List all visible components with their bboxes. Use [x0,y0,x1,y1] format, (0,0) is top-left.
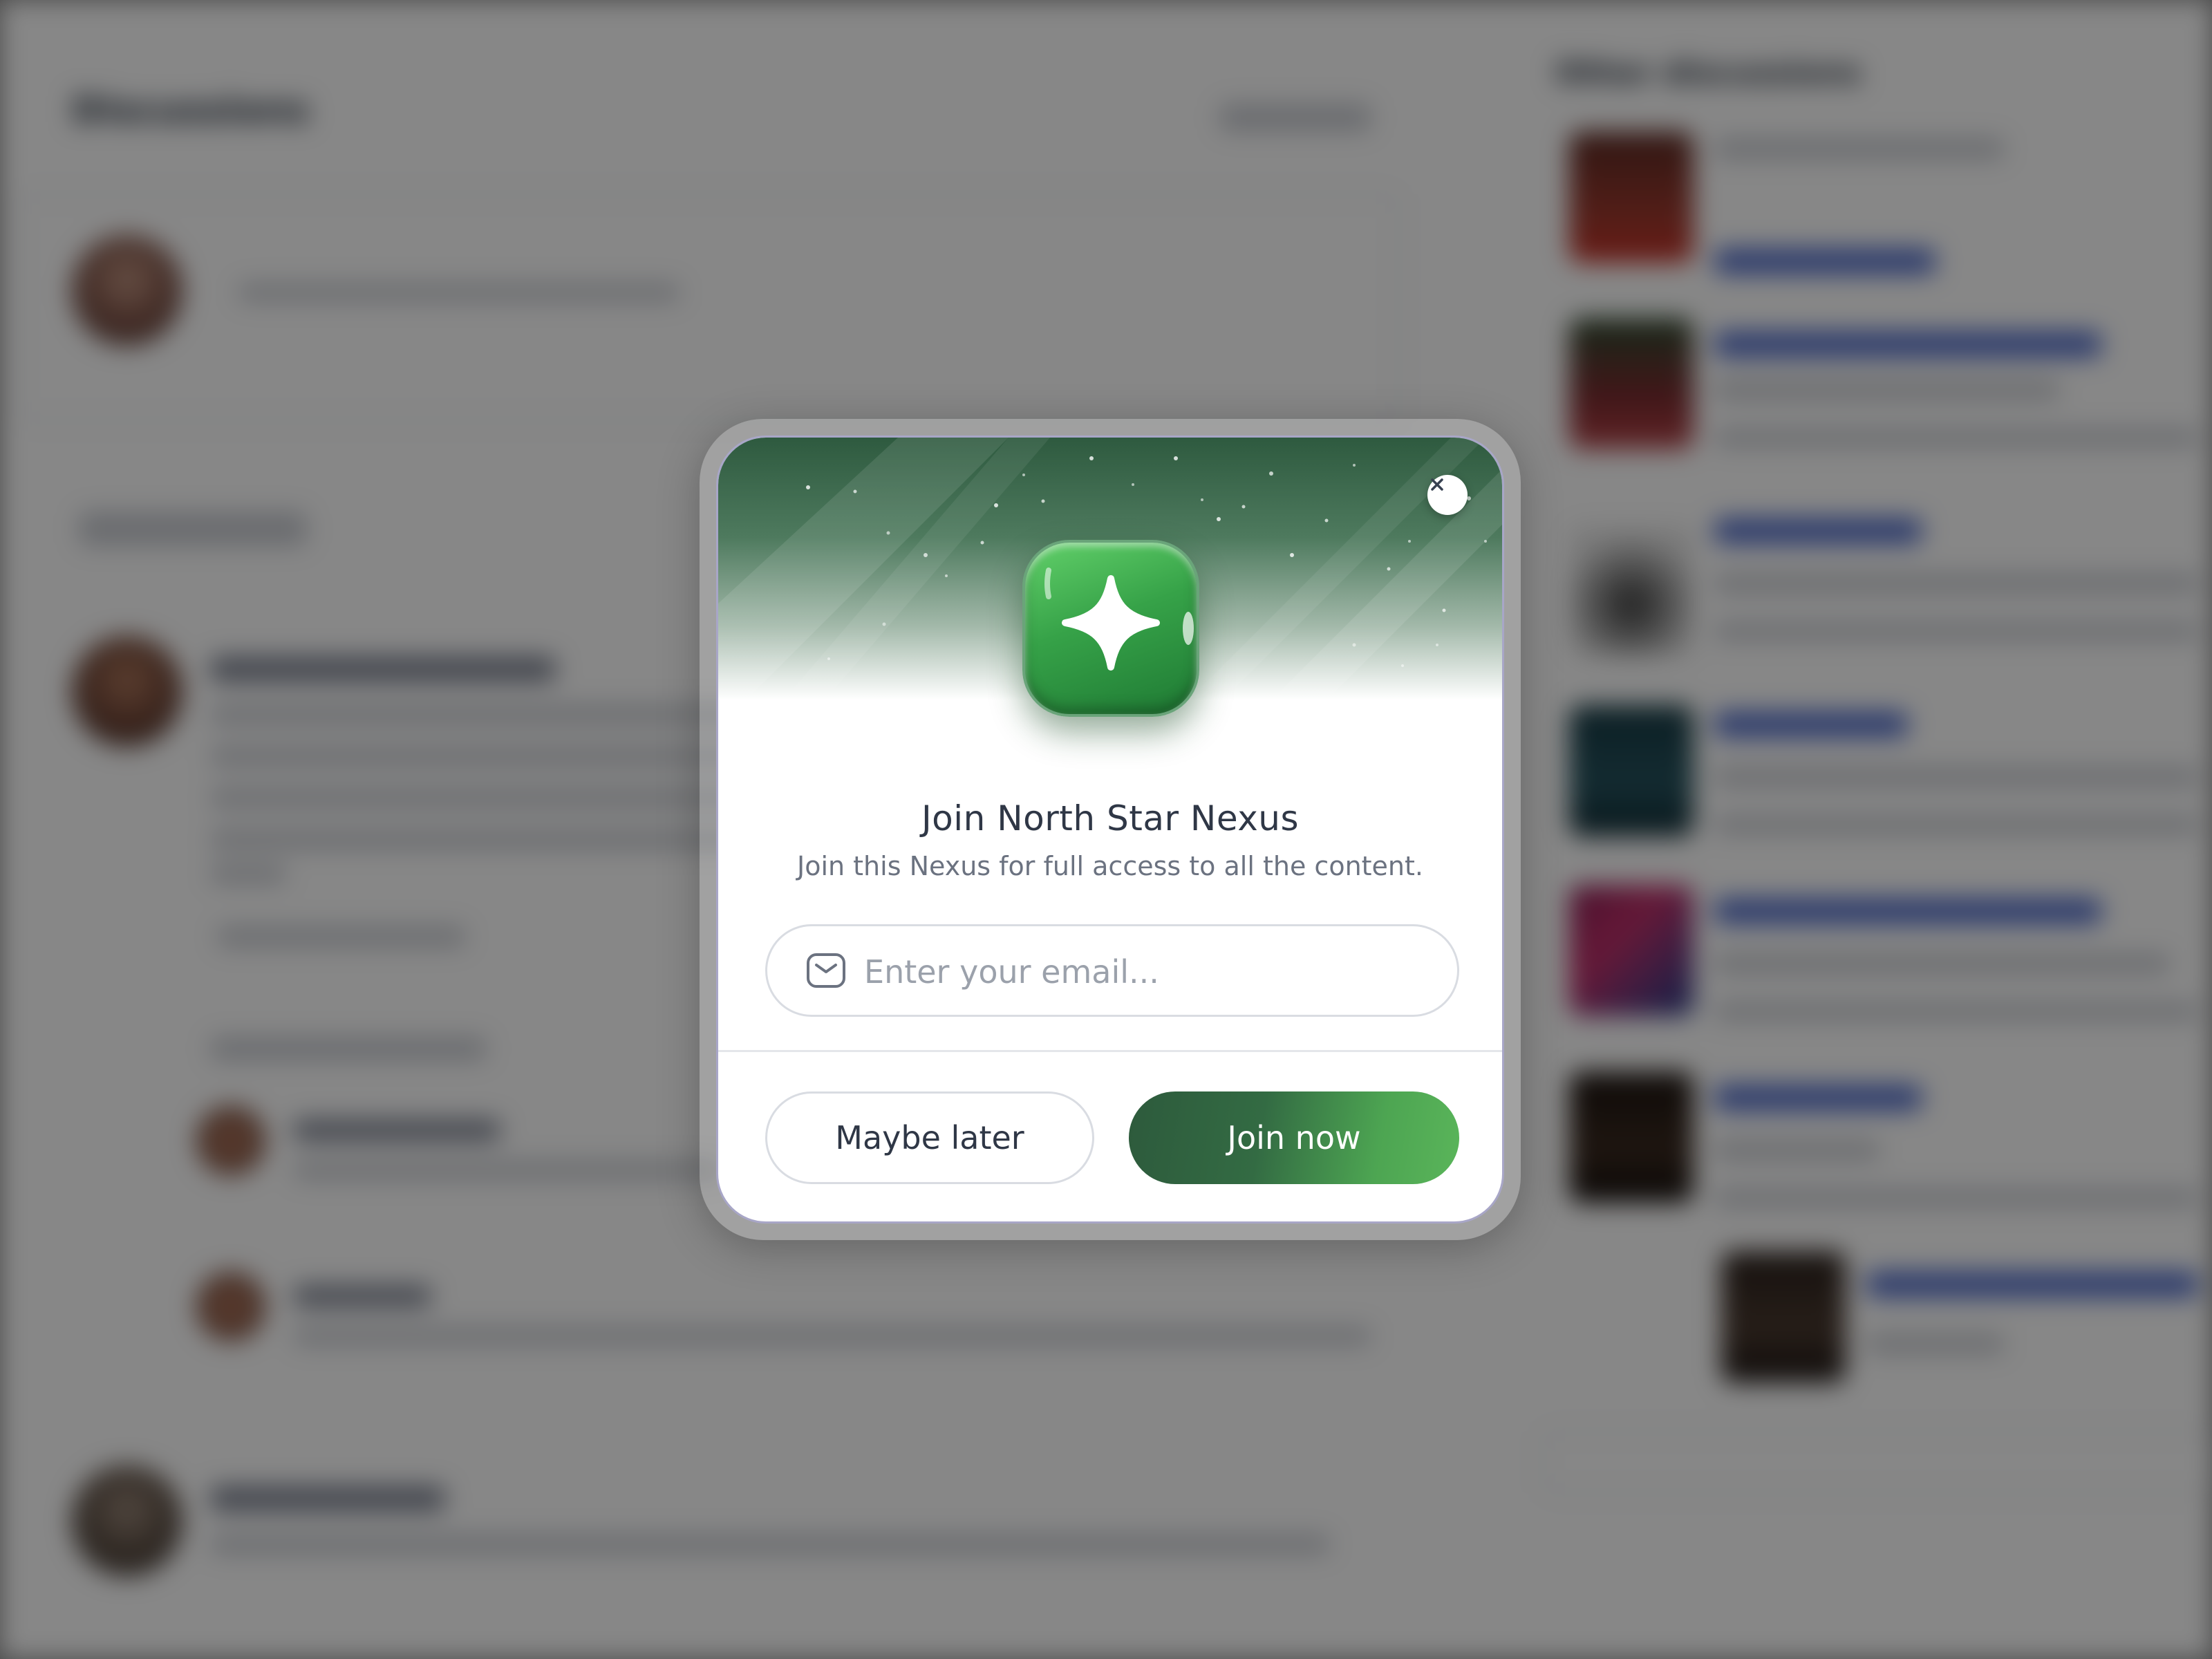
modal-subtitle: Join this Nexus for full access to all t… [796,851,1423,881]
email-input[interactable] [864,946,1431,998]
close-icon [1431,478,1443,491]
footer-divider [718,1050,1502,1052]
nexus-app-icon [1022,540,1199,717]
modal-title: Join North Star Nexus [921,798,1300,838]
maybe-later-button[interactable]: Maybe later [765,1091,1094,1184]
mail-icon [807,953,845,988]
join-now-button[interactable]: Join now [1129,1091,1459,1184]
sparkle-star-icon [1044,568,1194,671]
email-field[interactable] [765,924,1459,1017]
close-button[interactable] [1427,475,1468,515]
join-modal: Join North Star Nexus Join this Nexus fo… [716,435,1504,1224]
